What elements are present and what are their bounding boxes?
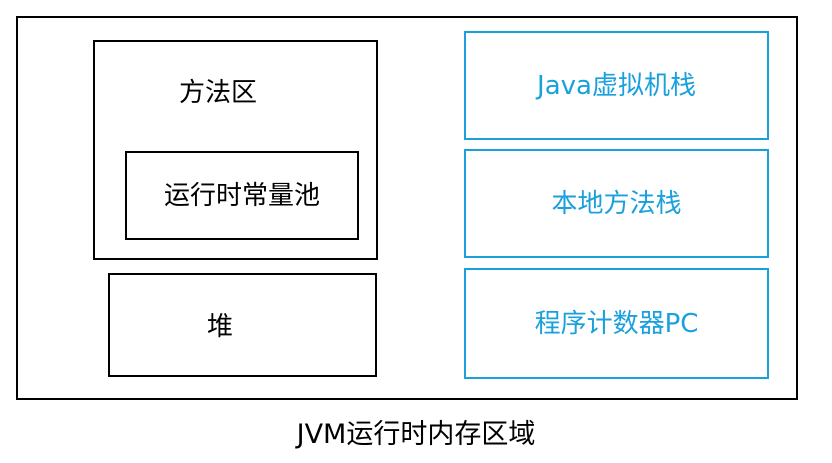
- program-counter-label: 程序计数器PC: [534, 308, 699, 339]
- java-vm-stack-box: Java虚拟机栈: [464, 31, 769, 140]
- runtime-constant-pool-label: 运行时常量池: [163, 180, 320, 211]
- diagram-title: JVM运行时内存区域: [0, 414, 832, 454]
- java-vm-stack-label: Java虚拟机栈: [537, 70, 696, 101]
- method-area-label: 方法区: [179, 78, 258, 108]
- heap-label: 堆: [207, 312, 234, 342]
- native-method-stack-label: 本地方法栈: [551, 188, 682, 219]
- runtime-constant-pool-box: 运行时常量池: [125, 151, 359, 240]
- heap-box: 堆: [108, 273, 377, 377]
- diagram-title-text: JVM运行时内存区域: [296, 418, 536, 450]
- program-counter-box: 程序计数器PC: [464, 268, 769, 379]
- native-method-stack-box: 本地方法栈: [464, 149, 769, 258]
